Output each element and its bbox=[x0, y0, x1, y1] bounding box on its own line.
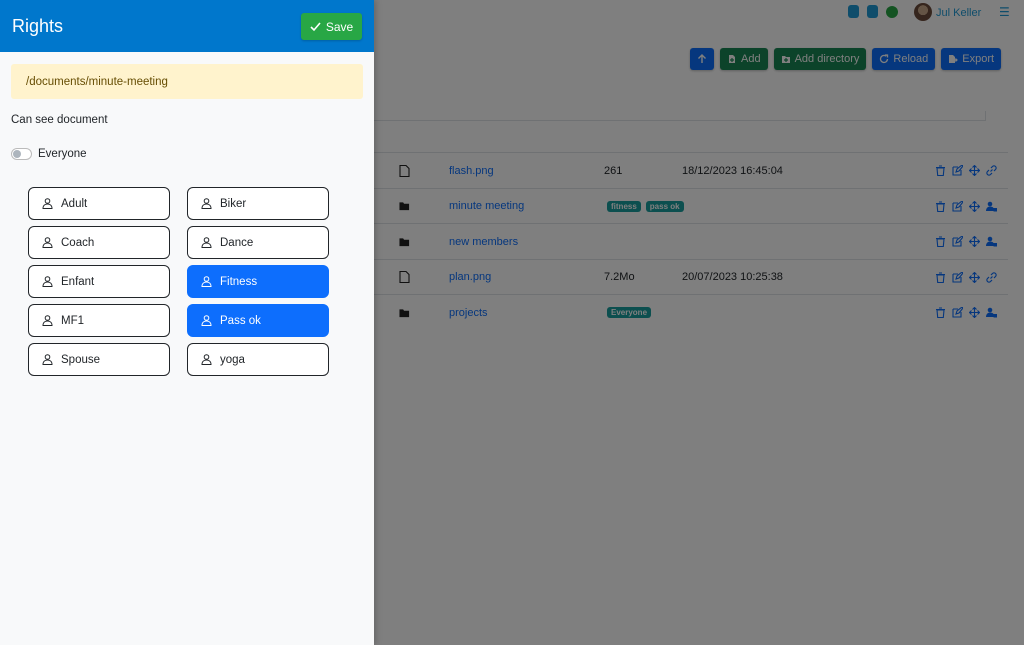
user-icon bbox=[201, 198, 212, 209]
panel-header: Rights Save bbox=[0, 0, 374, 52]
everyone-toggle[interactable] bbox=[11, 148, 32, 160]
group-label: Spouse bbox=[61, 353, 101, 366]
group-button-fitness[interactable]: Fitness bbox=[187, 265, 329, 298]
user-icon bbox=[42, 354, 53, 365]
group-button-enfant[interactable]: Enfant bbox=[28, 265, 170, 298]
panel-title: Rights bbox=[12, 16, 64, 36]
group-label: Fitness bbox=[220, 275, 258, 288]
check-icon bbox=[310, 22, 321, 32]
group-button-biker[interactable]: Biker bbox=[187, 187, 329, 220]
user-icon bbox=[42, 315, 53, 326]
can-see-label: Can see document bbox=[11, 114, 108, 126]
user-icon bbox=[42, 276, 53, 287]
toggle-knob bbox=[13, 150, 21, 158]
group-button-adult[interactable]: Adult bbox=[28, 187, 170, 220]
group-button-dance[interactable]: Dance bbox=[187, 226, 329, 259]
group-button-pass-ok[interactable]: Pass ok bbox=[187, 304, 329, 337]
group-label: MF1 bbox=[61, 314, 84, 327]
document-path: /documents/minute-meeting bbox=[11, 64, 363, 99]
group-list: Adult Biker Coach Dance Enfant Fitness M… bbox=[28, 187, 329, 376]
user-icon bbox=[201, 237, 212, 248]
user-icon bbox=[201, 276, 212, 287]
group-label: Adult bbox=[61, 197, 88, 210]
user-icon bbox=[201, 315, 212, 326]
group-label: Biker bbox=[220, 197, 247, 210]
user-icon bbox=[42, 237, 53, 248]
group-button-spouse[interactable]: Spouse bbox=[28, 343, 170, 376]
group-button-mf1[interactable]: MF1 bbox=[28, 304, 170, 337]
rights-panel: Rights Save /documents/minute-meeting Ca… bbox=[0, 0, 374, 645]
user-icon bbox=[201, 354, 212, 365]
everyone-label: Everyone bbox=[38, 148, 87, 160]
group-button-coach[interactable]: Coach bbox=[28, 226, 170, 259]
group-label: Pass ok bbox=[220, 314, 261, 327]
group-label: yoga bbox=[220, 353, 245, 366]
group-label: Dance bbox=[220, 236, 254, 249]
group-label: Enfant bbox=[61, 275, 95, 288]
save-button[interactable]: Save bbox=[301, 13, 362, 40]
everyone-toggle-row: Everyone bbox=[11, 148, 87, 160]
group-label: Coach bbox=[61, 236, 95, 249]
group-button-yoga[interactable]: yoga bbox=[187, 343, 329, 376]
user-icon bbox=[42, 198, 53, 209]
save-label: Save bbox=[325, 19, 354, 34]
